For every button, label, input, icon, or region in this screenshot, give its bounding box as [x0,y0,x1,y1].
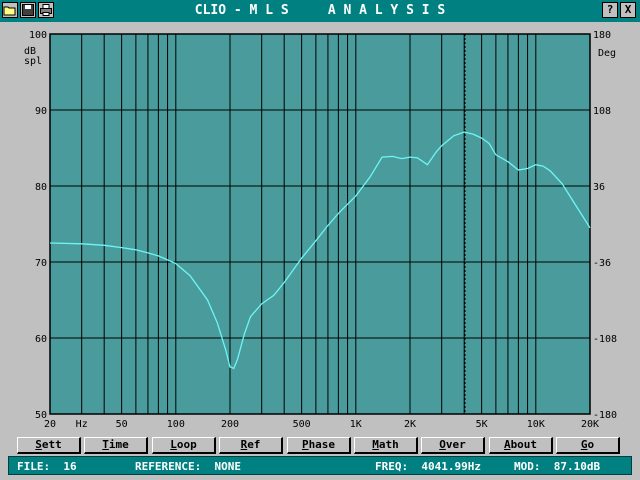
right-tick-label: -36 [593,258,611,269]
x-tick-label: 20K [581,419,599,430]
command-button-bar: Sett Time Loop Ref Phase Math Over About Go [17,437,625,455]
plot-panel: 100 90 80 70 60 50 180 108 36 -36 -108 -180 dB spl Deg… [4,22,636,434]
menu-button-hotkey: M [372,438,379,451]
menu-button-loop[interactable]: Loop [152,437,216,454]
menu-button-hotkey: S [35,438,42,451]
menu-button-hotkey: A [503,438,511,451]
x-tick-label: 50 [116,419,128,430]
x-tick-label: 200 [221,419,239,430]
frequency-response-chart[interactable]: 100908070605018010836-36-108-180dBsplDeg… [4,22,636,434]
menu-button-sett[interactable]: Sett [17,437,81,454]
left-unit-label: spl [24,56,42,67]
left-tick-label: 70 [35,258,47,269]
window-title: CLIO - M L S A N A L Y S I S [194,3,446,18]
menu-button-phase[interactable]: Phase [287,437,351,454]
menu-button-hotkey: P [301,438,309,451]
status-mod: MOD: 87.10dB [514,460,601,473]
right-tick-label: 180 [593,30,611,41]
menu-button-over[interactable]: Over [421,437,485,454]
x-tick-label: 20 [44,419,56,430]
left-tick-label: 90 [35,106,47,117]
left-tick-label: 80 [35,182,47,193]
menu-button-math[interactable]: Math [354,437,418,454]
menu-button-go[interactable]: Go [556,437,620,454]
status-reference: REFERENCE: NONE [135,460,241,473]
x-tick-label: 5K [476,419,488,430]
right-unit-label: Deg [598,48,616,59]
close-button[interactable]: X [620,2,636,18]
title-bar: CLIO - M L S A N A L Y S I S ? X [0,0,640,22]
menu-button-hotkey: T [102,438,109,451]
right-tick-label: 108 [593,106,611,117]
menu-button-ref[interactable]: Ref [219,437,283,454]
right-tick-label: 36 [593,182,605,193]
menu-button-hotkey: G [580,438,588,451]
status-bar: FILE: 16 REFERENCE: NONE FREQ: 4041.99Hz… [8,456,632,475]
menu-button-about[interactable]: About [489,437,553,454]
plot-background [50,34,590,414]
status-file: FILE: 16 [17,460,77,473]
help-button[interactable]: ? [602,2,618,18]
right-tick-label: -108 [593,334,617,345]
menu-button-hotkey: R [240,438,248,451]
x-tick-label: 10K [527,419,545,430]
x-tick-label: 1K [350,419,362,430]
x-tick-label: Hz [76,419,88,430]
status-frequency: FREQ: 4041.99Hz [375,460,481,473]
left-tick-label: 100 [29,30,47,41]
x-tick-label: 100 [167,419,185,430]
menu-button-hotkey: L [170,438,177,451]
menu-button-time[interactable]: Time [84,437,148,454]
menu-button-hotkey: O [439,438,446,451]
x-tick-label: 500 [293,419,311,430]
left-tick-label: 60 [35,334,47,345]
x-tick-label: 2K [404,419,416,430]
